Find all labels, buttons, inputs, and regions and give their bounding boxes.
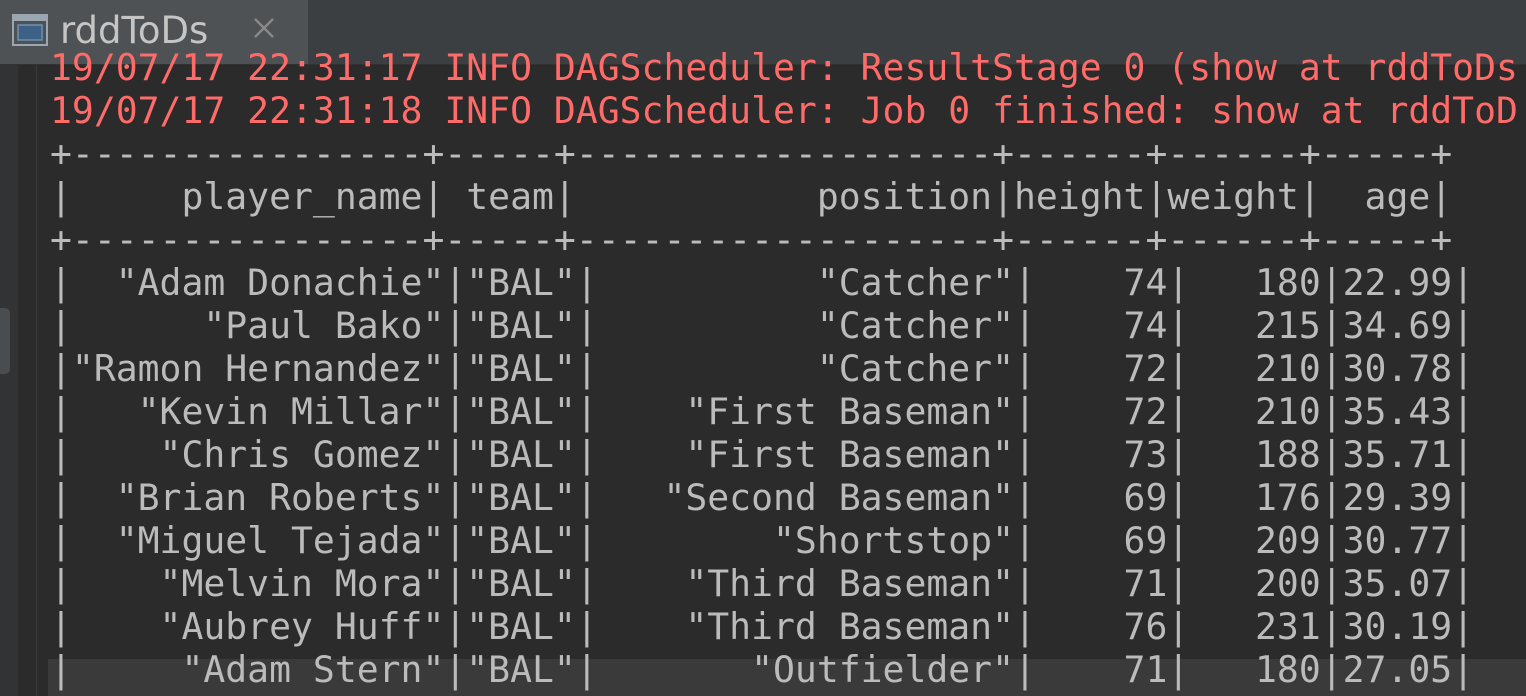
table-row: |"Ramon Hernandez"|"BAL"| "Catcher"| 72|… [50, 347, 1475, 390]
table-row: | "Miguel Tejada"|"BAL"| "Shortstop"| 69… [50, 519, 1475, 562]
table-row: | "Paul Bako"|"BAL"| "Catcher"| 74| 215|… [50, 304, 1475, 347]
log-line: 19/07/17 22:31:18 INFO DAGScheduler: Job… [50, 89, 1518, 132]
table-row: | "Adam Stern"|"BAL"| "Outfielder"| 71| … [50, 648, 1475, 691]
table-row: | "Brian Roberts"|"BAL"| "Second Baseman… [50, 476, 1475, 519]
console-output[interactable]: 19/07/17 22:31:17 INFO DAGScheduler: Res… [50, 46, 1526, 696]
log-line: 19/07/17 22:31:17 INFO DAGScheduler: Res… [50, 46, 1518, 89]
console-icon [12, 14, 48, 46]
scrollbar-thumb[interactable] [0, 308, 10, 374]
console-gutter [0, 65, 18, 696]
table-border-header: +----------------+-----+----------------… [50, 218, 1453, 261]
table-row: | "Kevin Millar"|"BAL"| "First Baseman"|… [50, 390, 1475, 433]
table-row: | "Melvin Mora"|"BAL"| "Third Baseman"| … [50, 562, 1475, 605]
gutter-divider [36, 65, 37, 696]
table-border-top: +----------------+-----+----------------… [50, 132, 1453, 175]
table-row: | "Adam Donachie"|"BAL"| "Catcher"| 74| … [50, 261, 1475, 304]
console-window: rddToDs 19/07/17 22:31:17 INFO DAGSchedu… [0, 0, 1526, 696]
table-row: | "Aubrey Huff"|"BAL"| "Third Baseman"| … [50, 605, 1475, 648]
close-icon[interactable] [250, 14, 278, 42]
table-row: | "Chris Gomez"|"BAL"| "First Baseman"| … [50, 433, 1475, 476]
table-header: | player_name| team| position|height|wei… [50, 175, 1453, 218]
